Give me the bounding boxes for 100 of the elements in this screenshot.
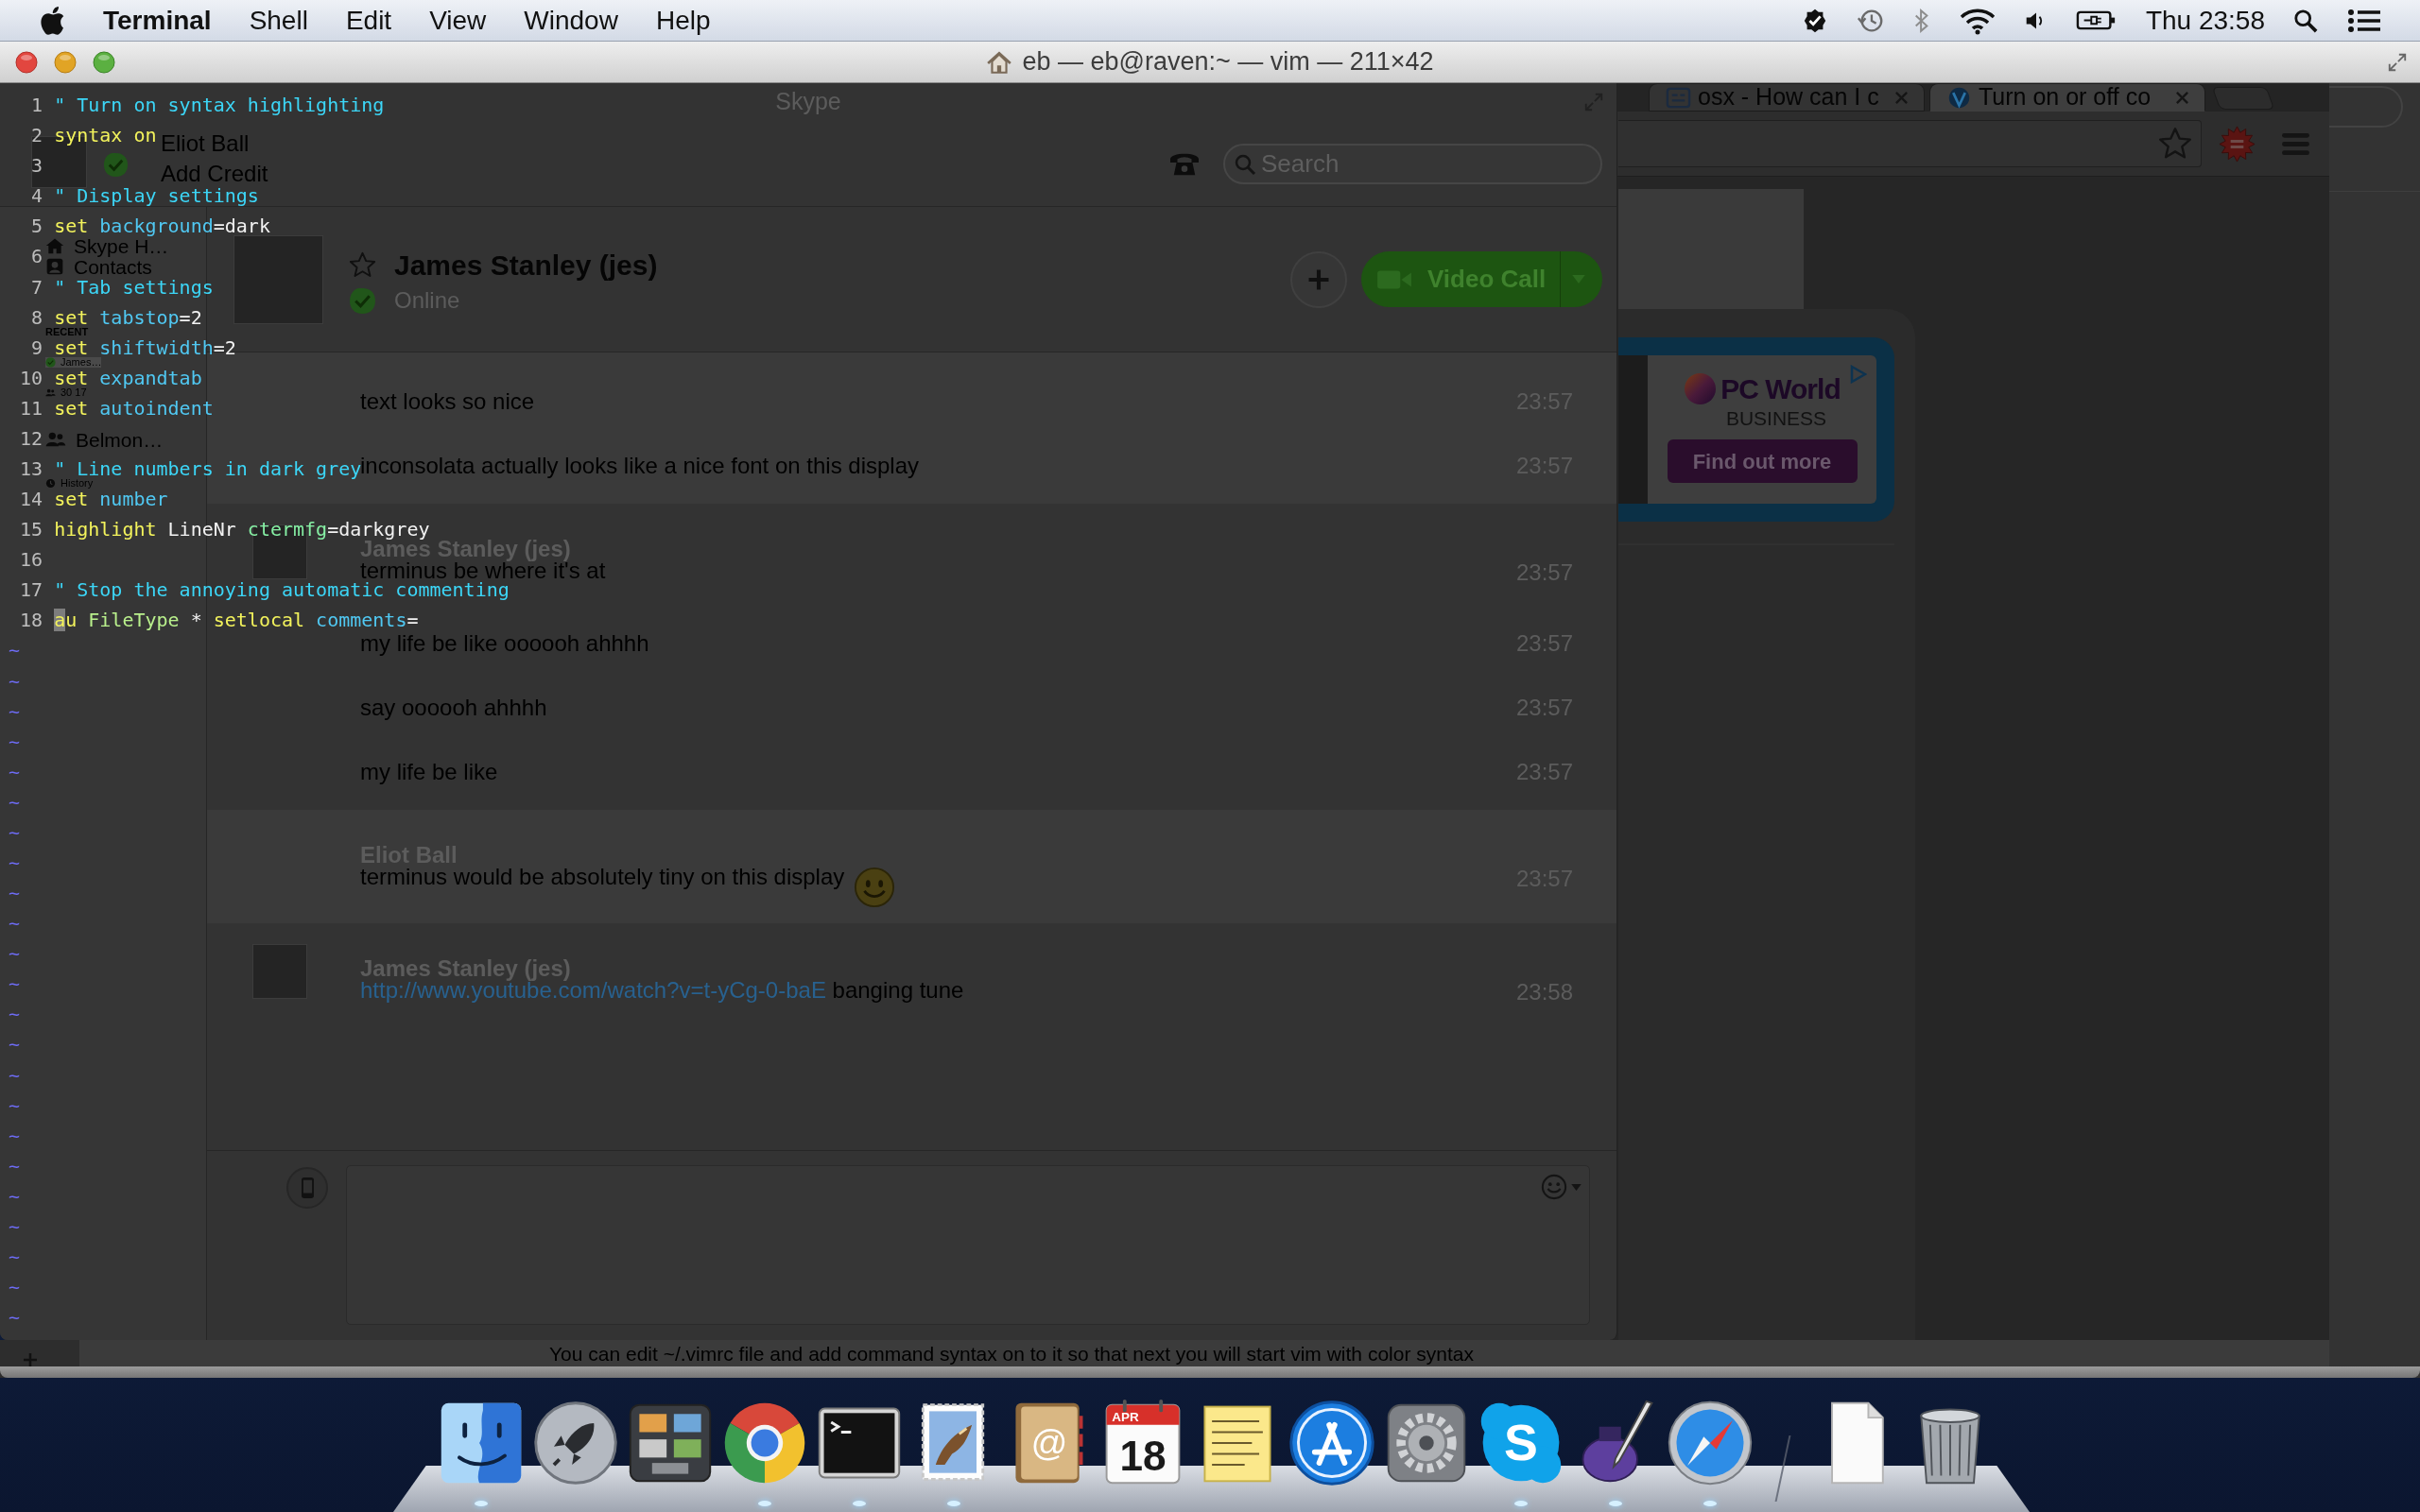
group-icon (45, 387, 56, 399)
line-number: 8 (31, 307, 43, 327)
line-number: 6 (31, 247, 43, 266)
empty-line-marker: ~ (9, 1035, 21, 1055)
empty-line-marker: ~ (9, 671, 21, 691)
clock-icon (45, 478, 56, 490)
code-line: au FileType * setlocal comments= (54, 610, 419, 630)
empty-line-marker: ~ (9, 1005, 21, 1024)
code-line: set tabstop=2 (54, 307, 202, 327)
line-number: 18 (20, 610, 43, 630)
empty-line-marker: ~ (9, 641, 21, 661)
code-line: set background=dark (54, 216, 270, 236)
list-icon[interactable] (2346, 7, 2382, 34)
mobile-phone-icon (300, 1177, 315, 1199)
app-menu[interactable]: Terminal (103, 7, 212, 34)
message-text: inconsolata actually looks like a nice font on this display (360, 453, 919, 478)
line-number: 11 (20, 398, 43, 418)
empty-line-marker: ~ (9, 701, 21, 721)
contact-card-icon (45, 257, 64, 276)
apple-icon[interactable] (40, 5, 65, 36)
smiley-icon (854, 867, 896, 908)
code-line: set autoindent (54, 398, 214, 418)
fullscreen-icon[interactable] (2387, 51, 2408, 73)
menu-item[interactable]: View (429, 7, 487, 34)
close-button[interactable] (15, 50, 38, 74)
line-number: 4 (31, 186, 43, 206)
line-number: 1 (31, 95, 43, 115)
line-number: 14 (20, 490, 43, 509)
code-line: set shiftwidth=2 (54, 337, 236, 357)
empty-line-marker: ~ (9, 1095, 21, 1115)
message-link[interactable]: http://www.youtube.com/watch?v=t-yCg-0-baE (360, 980, 826, 1001)
search-icon[interactable] (2293, 8, 2318, 33)
check-status-icon (45, 357, 56, 369)
empty-line-marker: ~ (9, 731, 21, 751)
menu-item[interactable]: Window (524, 7, 618, 34)
caret-icon (1571, 1183, 1582, 1191)
code-line: " Tab settings (54, 277, 214, 297)
empty-line-marker: ~ (9, 1156, 21, 1176)
code-line: syntax on (54, 126, 157, 146)
empty-line-marker: ~ (9, 822, 21, 842)
message-input[interactable] (346, 1165, 1590, 1325)
code-line: set expandtab (54, 368, 202, 387)
line-number: 7 (31, 277, 43, 297)
empty-line-marker: ~ (9, 884, 21, 903)
line-number: 13 (20, 458, 43, 478)
check-status-icon (349, 287, 376, 315)
home-icon (45, 236, 64, 255)
line-number: 3 (31, 156, 43, 176)
search-icon (1234, 152, 1256, 176)
empty-line-marker: ~ (9, 1065, 21, 1085)
check-status-icon (103, 152, 129, 178)
star-icon[interactable] (349, 251, 376, 279)
line-number: 9 (31, 337, 43, 357)
recent-item[interactable]: James… (45, 357, 102, 369)
empty-line-marker: ~ (9, 914, 21, 934)
circled-a-icon[interactable] (1287, 1398, 1377, 1488)
menu-item[interactable]: Edit (345, 7, 392, 34)
battery-icon[interactable] (2075, 9, 2118, 31)
empty-line-marker: ~ (9, 1186, 21, 1206)
empty-line-marker: ~ (9, 974, 21, 994)
line-number: 2 (31, 126, 43, 146)
empty-line-marker: ~ (9, 792, 21, 812)
plus-icon[interactable] (23, 1352, 38, 1367)
empty-line-marker: ~ (9, 1216, 21, 1236)
menu-bar-clock[interactable]: Thu 23:58 (2145, 7, 2265, 34)
empty-line-marker: ~ (9, 1247, 21, 1266)
bluetooth-icon[interactable] (1912, 7, 1930, 34)
empty-line-marker: ~ (9, 762, 21, 782)
code-line: set number (54, 490, 168, 509)
address-field[interactable] (1618, 120, 2202, 167)
message-text: terminus would be absolutely tiny on this display (360, 867, 845, 887)
orb-icon (1684, 372, 1718, 405)
menu-item[interactable]: Help (655, 7, 711, 34)
smiley-icon (1541, 1174, 1567, 1200)
line-number: 17 (20, 580, 43, 600)
code-line: highlight LineNr ctermfg=darkgrey (54, 520, 430, 540)
message-text: text looks so nice (360, 388, 535, 415)
browser-tab[interactable]: Turn on or off co (1929, 83, 2205, 112)
minimize-button[interactable] (54, 50, 77, 74)
line-number: 16 (20, 550, 43, 570)
house-icon (986, 49, 1013, 75)
menu-item[interactable]: Shell (249, 7, 308, 34)
line-number: 10 (20, 368, 43, 387)
empty-line-marker: ~ (9, 1125, 21, 1145)
empty-line-marker: ~ (9, 853, 21, 872)
code-line: " Stop the annoying automatic commenting (54, 580, 510, 600)
round-logo-icon (1946, 85, 1972, 110)
empty-line-marker: ~ (9, 1278, 21, 1297)
line-number: 12 (20, 428, 43, 448)
zoom-button[interactable] (93, 50, 115, 74)
line-number: 15 (20, 520, 43, 540)
find-out-more-button[interactable]: Find out more (1667, 439, 1858, 483)
star-icon[interactable] (2158, 127, 2192, 161)
code-line: " Display settings (54, 186, 259, 206)
line-number: 5 (31, 216, 43, 236)
square-logo-icon (1666, 85, 1691, 110)
starburst-icon[interactable] (2219, 125, 2256, 163)
window-title: eb — eb@raven:~ — vim — 211×42 (1022, 46, 1434, 78)
code-line: " Line numbers in dark grey (54, 458, 362, 478)
empty-line-marker: ~ (9, 1308, 21, 1328)
